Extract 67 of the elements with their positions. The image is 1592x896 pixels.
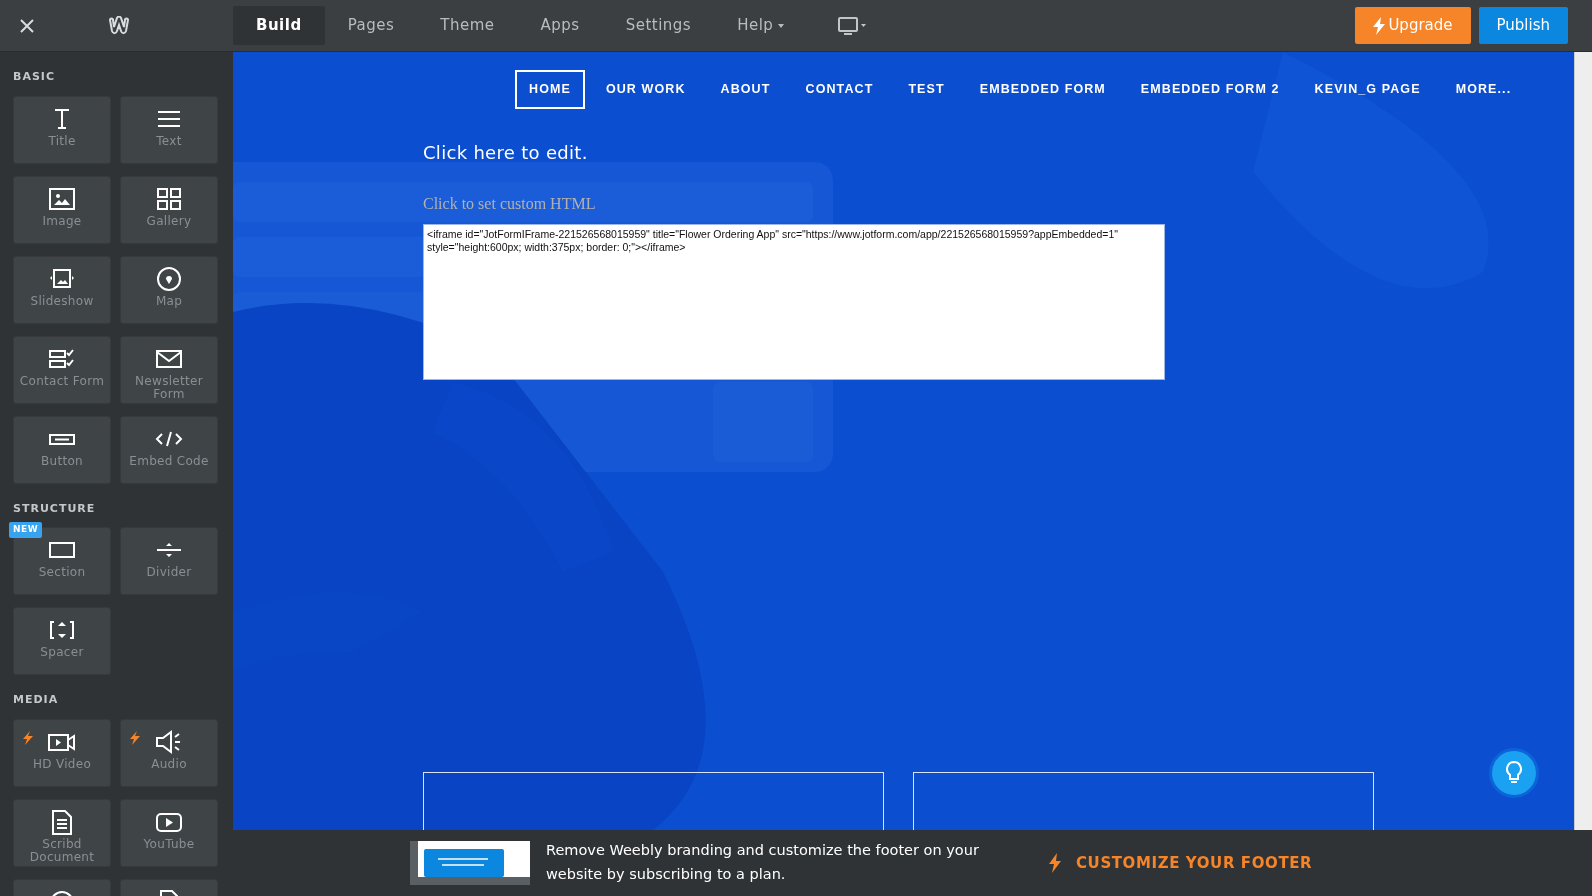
editable-heading[interactable]: Click here to edit.	[423, 138, 1574, 166]
tile-label: Divider	[146, 566, 192, 580]
menu-tab[interactable]: Theme	[417, 6, 518, 45]
tile-label: Map	[155, 294, 183, 309]
new-badge: NEW	[9, 522, 43, 538]
element-tile[interactable]: Image	[13, 175, 111, 244]
element-tile[interactable]: Divider	[120, 527, 218, 595]
tile-label: Scribd Document	[28, 837, 96, 866]
menu-tab[interactable]: Build	[233, 6, 325, 45]
element-tile[interactable]: Button	[13, 415, 111, 484]
monitor-icon	[838, 15, 869, 36]
close-icon[interactable]	[19, 17, 35, 34]
menu-tab[interactable]: Settings	[602, 6, 715, 45]
html-code-field[interactable]: <iframe id="JotFormIFrame-221526568015959" title="Flower Ordering App" src="https://www.jotform.com/app/221526568015959?appEmbedded=1" style="height:600px; width:375px; border: 0;"></iframe>	[423, 223, 1165, 380]
site-nav-link[interactable]: TEST	[894, 70, 959, 109]
site-nav-link[interactable]: EMBEDDED FORM 2	[1126, 70, 1294, 109]
branding-message: Remove Weebly branding and customize the footer on your website by subscribing to a plan.	[546, 841, 980, 884]
website-thumbnail-icon	[410, 841, 530, 885]
tile-label: Gallery	[146, 214, 192, 229]
tile-label: Embed Code	[129, 454, 209, 469]
menu-tab[interactable]: Apps	[517, 6, 603, 45]
element-tile[interactable]: Map	[120, 255, 218, 324]
tile-label: Section	[38, 566, 86, 580]
lightbulb-icon	[1504, 760, 1524, 786]
custom-html-hint[interactable]: Click to set custom HTML	[423, 191, 1574, 216]
bolt-icon	[1373, 16, 1386, 35]
element-tile[interactable]: Title	[13, 95, 111, 164]
upgrade-button[interactable]: Upgrade	[1355, 7, 1471, 44]
tile-label: Contact Form	[19, 374, 105, 389]
customize-footer-link[interactable]: CUSTOMIZE YOUR FOOTER	[1076, 851, 1313, 875]
element-tile[interactable]: Slideshow	[13, 255, 111, 324]
site-nav-link[interactable]: EMBEDDED FORM	[965, 70, 1120, 109]
element-tile[interactable]: Gallery	[120, 175, 218, 244]
element-tile[interactable]: Text	[120, 95, 218, 164]
element-tile[interactable]: Audio	[120, 718, 218, 787]
element-tile[interactable]: Embed Code	[120, 415, 218, 484]
menu-tab[interactable]: Pages	[324, 6, 418, 45]
tile-label: Text	[156, 134, 182, 149]
tile-label: Audio	[151, 757, 187, 772]
element-tile[interactable]: YouTube	[120, 798, 218, 867]
tile-label: Slideshow	[30, 294, 94, 309]
scrollbar[interactable]	[1574, 52, 1592, 830]
element-tile[interactable]: Spacer	[13, 607, 111, 675]
site-nav-link[interactable]: HOME	[515, 70, 585, 109]
element-tile[interactable]: Newsletter Form	[120, 335, 218, 404]
site-nav-link[interactable]: MORE...	[1441, 70, 1526, 109]
element-tile[interactable]: HD Video	[13, 718, 111, 787]
site-nav-link[interactable]: OUR WORK	[591, 70, 700, 109]
bolt-icon	[1048, 853, 1062, 873]
menu-tab[interactable]: Help	[714, 6, 808, 45]
tile-label: HD Video	[32, 757, 92, 772]
map-icon	[154, 264, 184, 293]
element-tile[interactable]: Scribd Document	[13, 798, 111, 867]
tile-label: Button	[41, 454, 83, 469]
tile-label: Newsletter Form	[134, 374, 204, 403]
tile-label: YouTube	[143, 837, 195, 852]
site-nav-link[interactable]: ABOUT	[706, 70, 785, 109]
section-heading: MEDIA	[13, 692, 60, 708]
tile-label: Spacer	[40, 646, 84, 660]
site-nav-link[interactable]: KEVIN_G PAGE	[1300, 70, 1435, 109]
site-nav-link[interactable]: CONTACT	[791, 70, 888, 109]
tile-label: Image	[42, 214, 82, 229]
section-heading: STRUCTURE	[13, 500, 97, 517]
publish-button[interactable]: Publish	[1478, 7, 1568, 44]
tile-label: Title	[48, 134, 76, 149]
section-heading: BASIC	[13, 69, 56, 85]
element-tile[interactable]: Contact Form	[13, 335, 111, 404]
